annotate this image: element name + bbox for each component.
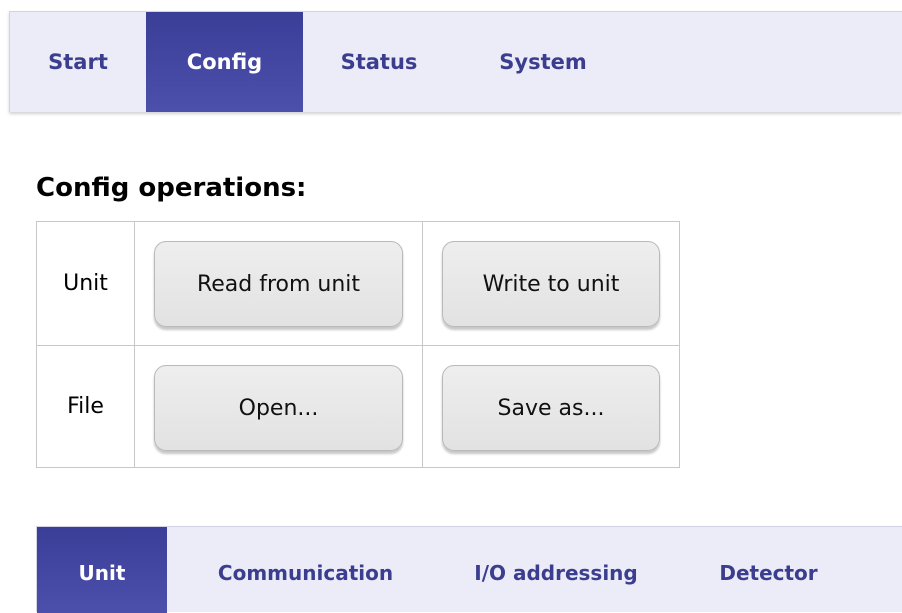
tab-status[interactable]: Status xyxy=(303,12,455,112)
subtab-communication[interactable]: Communication xyxy=(167,527,444,613)
tab-config[interactable]: Config xyxy=(146,12,303,112)
subtab-detector[interactable]: Detector xyxy=(668,527,869,613)
config-operations-heading: Config operations: xyxy=(36,173,307,203)
write-to-unit-button[interactable]: Write to unit xyxy=(442,241,660,327)
main-navigation: Start Config Status System xyxy=(9,11,902,112)
row-label-unit: Unit xyxy=(63,271,108,296)
tab-system[interactable]: System xyxy=(455,12,631,112)
config-sub-navigation: Unit Communication I/O addressing Detect… xyxy=(36,526,902,613)
subtab-unit[interactable]: Unit xyxy=(37,527,167,613)
save-as-button[interactable]: Save as... xyxy=(442,365,660,451)
read-from-unit-button[interactable]: Read from unit xyxy=(154,241,403,327)
open-file-button[interactable]: Open... xyxy=(154,365,403,451)
tab-start[interactable]: Start xyxy=(10,12,146,112)
subtab-io-addressing[interactable]: I/O addressing xyxy=(444,527,668,613)
row-label-file: File xyxy=(67,394,104,419)
config-operations-table: Unit Read from unit Write to unit File O… xyxy=(36,221,680,468)
